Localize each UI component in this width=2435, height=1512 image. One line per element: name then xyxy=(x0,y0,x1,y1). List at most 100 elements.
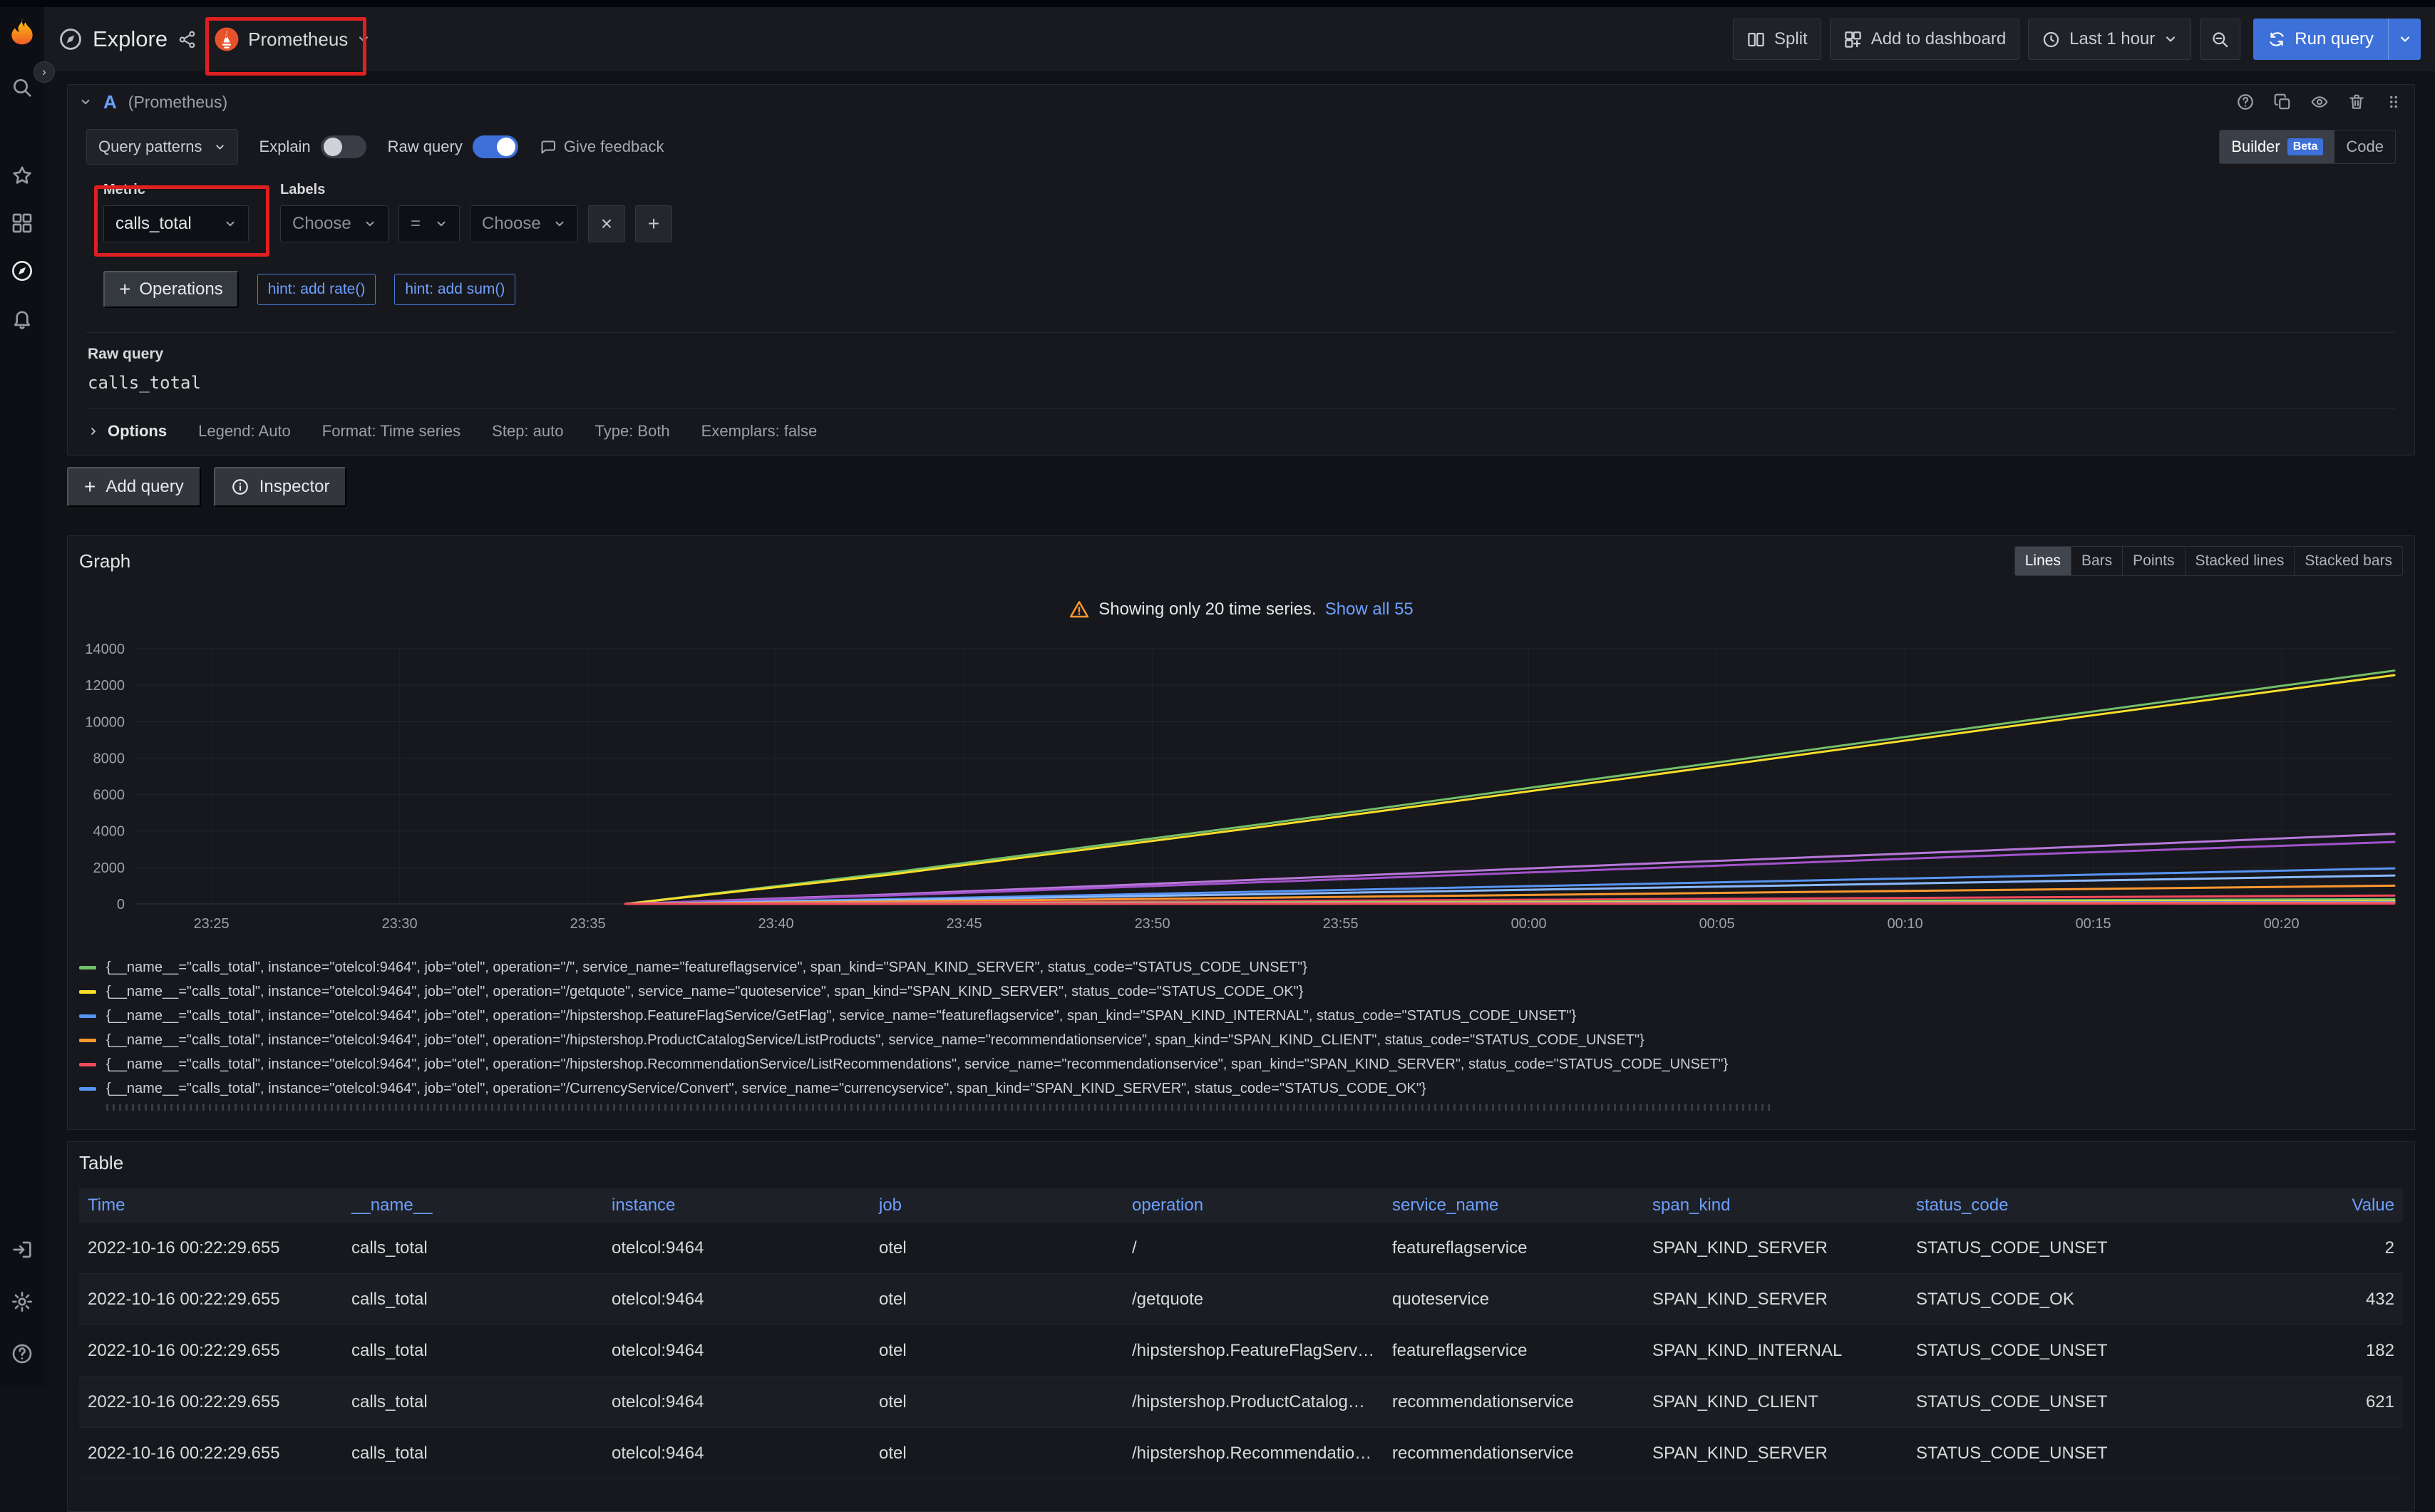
collapse-chevron-icon[interactable] xyxy=(79,96,92,108)
time-range-picker[interactable]: Last 1 hour xyxy=(2028,19,2191,60)
sync-icon xyxy=(2267,30,2286,48)
gear-icon[interactable] xyxy=(11,1290,34,1317)
add-to-dashboard-button[interactable]: Add to dashboard xyxy=(1830,19,2019,60)
table-cell: 2022-10-16 00:22:29.655 xyxy=(79,1377,343,1428)
label-value-placeholder: Choose xyxy=(482,214,541,234)
mode-stacked-bars-button[interactable]: Stacked bars xyxy=(2294,546,2403,576)
explain-label: Explain xyxy=(259,138,311,156)
mode-points-button[interactable]: Points xyxy=(2122,546,2185,576)
help-icon[interactable] xyxy=(11,1342,34,1369)
option-format: Format: Time series xyxy=(322,422,460,441)
sidebar-expand-button[interactable]: › xyxy=(34,61,55,83)
split-button[interactable]: Split xyxy=(1733,19,1821,60)
table-header-job[interactable]: job xyxy=(870,1188,1123,1223)
metric-select[interactable]: calls_total xyxy=(103,205,249,242)
legend-swatch xyxy=(79,966,96,970)
hint-add-sum-button[interactable]: hint: add sum() xyxy=(394,274,515,305)
table-cell: featureflagservice xyxy=(1384,1325,1644,1377)
table-cell: 2 xyxy=(2239,1223,2403,1274)
table-header-value[interactable]: Value xyxy=(2239,1188,2403,1223)
table-cell: otel xyxy=(870,1428,1123,1479)
clock-icon xyxy=(2042,30,2061,49)
table-cell: STATUS_CODE_UNSET xyxy=(1908,1428,2239,1479)
label-operator-select[interactable]: = xyxy=(398,205,460,242)
table-cell: otelcol:9464 xyxy=(603,1377,870,1428)
legend-item[interactable]: {__name__="calls_total", instance="otelc… xyxy=(79,1004,2403,1028)
svg-text:0: 0 xyxy=(117,897,125,912)
raw-query-toggle[interactable] xyxy=(473,135,518,158)
table-header-servicename[interactable]: service_name xyxy=(1384,1188,1644,1223)
table-header-operation[interactable]: operation xyxy=(1123,1188,1384,1223)
datasource-picker[interactable]: Prometheus xyxy=(214,26,371,52)
legend-item[interactable]: {__name__="calls_total", instance="otelc… xyxy=(79,979,2403,1004)
operations-row: + Operations hint: add rate() hint: add … xyxy=(103,271,2396,308)
explore-icon[interactable] xyxy=(11,259,34,286)
label-value-select[interactable]: Choose xyxy=(470,205,578,242)
explore-title: Explore xyxy=(58,26,197,52)
table-cell: recommendationservice xyxy=(1384,1428,1644,1479)
show-all-series-link[interactable]: Show all 55 xyxy=(1325,600,1414,619)
label-name-select[interactable]: Choose xyxy=(280,205,388,242)
inspector-button[interactable]: Inspector xyxy=(214,467,347,507)
grafana-logo[interactable] xyxy=(6,16,38,51)
add-label-filter-button[interactable]: + xyxy=(635,205,672,242)
mode-stacked-lines-button[interactable]: Stacked lines xyxy=(2185,546,2295,576)
legend-label: {__name__="calls_total", instance="otelc… xyxy=(106,984,1303,1000)
warning-triangle-icon xyxy=(1069,599,1090,620)
legend-item[interactable]: {__name__="calls_total", instance="otelc… xyxy=(79,1076,2403,1101)
query-ref-id[interactable]: A xyxy=(103,91,117,113)
drag-handle-icon[interactable] xyxy=(2384,93,2403,111)
table-header-name[interactable]: __name__ xyxy=(343,1188,603,1223)
table-header-spankind[interactable]: span_kind xyxy=(1644,1188,1908,1223)
label-name-placeholder: Choose xyxy=(292,214,351,234)
table-cell: 2022-10-16 00:22:29.655 xyxy=(79,1325,343,1377)
remove-label-filter-button[interactable]: × xyxy=(588,205,625,242)
run-query-dropdown[interactable] xyxy=(2388,19,2421,60)
warning-text: Showing only 20 time series. xyxy=(1098,600,1316,619)
share-icon[interactable] xyxy=(177,30,197,49)
labels-field: Labels Choose = Choose xyxy=(280,182,672,242)
search-icon[interactable] xyxy=(11,76,34,103)
table-header-instance[interactable]: instance xyxy=(603,1188,870,1223)
chart-series xyxy=(625,904,2394,905)
add-operation-button[interactable]: + Operations xyxy=(103,271,239,308)
alerting-bell-icon[interactable] xyxy=(11,307,34,334)
help-circle-icon[interactable] xyxy=(2236,93,2255,111)
code-mode-button[interactable]: Code xyxy=(2334,130,2395,163)
add-query-button[interactable]: + Add query xyxy=(67,467,201,507)
table-header-time[interactable]: Time xyxy=(79,1188,343,1223)
option-legend: Legend: Auto xyxy=(198,422,291,441)
run-query-button[interactable]: Run query xyxy=(2253,19,2388,60)
starred-icon[interactable] xyxy=(11,164,34,190)
query-patterns-dropdown[interactable]: Query patterns xyxy=(86,129,238,165)
give-feedback-link[interactable]: Give feedback xyxy=(540,138,664,156)
legend-item[interactable]: {__name__="calls_total", instance="otelc… xyxy=(79,1028,2403,1052)
explain-toggle[interactable] xyxy=(321,135,366,158)
run-query-label: Run query xyxy=(2295,29,2374,49)
dashboards-icon[interactable] xyxy=(11,212,34,238)
mode-bars-button[interactable]: Bars xyxy=(2071,546,2123,576)
zoom-out-button[interactable] xyxy=(2200,19,2240,60)
copy-icon[interactable] xyxy=(2273,93,2292,111)
table-row: 2022-10-16 00:22:29.655calls_totalotelco… xyxy=(79,1377,2403,1428)
hint-add-rate-button[interactable]: hint: add rate() xyxy=(257,274,376,305)
svg-text:23:45: 23:45 xyxy=(947,916,982,932)
table-row: 2022-10-16 00:22:29.655calls_totalotelco… xyxy=(79,1274,2403,1325)
mode-lines-button[interactable]: Lines xyxy=(2014,546,2071,576)
table-panel-title: Table xyxy=(79,1152,123,1173)
table-cell: otel xyxy=(870,1223,1123,1274)
builder-mode-button[interactable]: Builder Beta xyxy=(2220,130,2334,163)
table-cell: /hipstershop.FeatureFlagServi… xyxy=(1123,1325,1384,1377)
legend-item[interactable]: {__name__="calls_total", instance="otelc… xyxy=(79,1052,2403,1076)
time-series-chart[interactable]: 0200040006000800010000120001400023:2523:… xyxy=(79,639,2403,950)
eye-icon[interactable] xyxy=(2310,93,2329,111)
svg-text:00:05: 00:05 xyxy=(1699,916,1735,932)
trash-icon[interactable] xyxy=(2347,93,2366,111)
legend-item[interactable]: {__name__="calls_total", instance="otelc… xyxy=(79,955,2403,979)
svg-text:6000: 6000 xyxy=(93,788,125,803)
options-expander[interactable]: Options xyxy=(88,422,167,441)
sidebar-nav xyxy=(11,51,34,334)
sign-in-icon[interactable] xyxy=(11,1238,34,1265)
graph-panel-title: Graph xyxy=(79,550,130,572)
table-header-statuscode[interactable]: status_code xyxy=(1908,1188,2239,1223)
